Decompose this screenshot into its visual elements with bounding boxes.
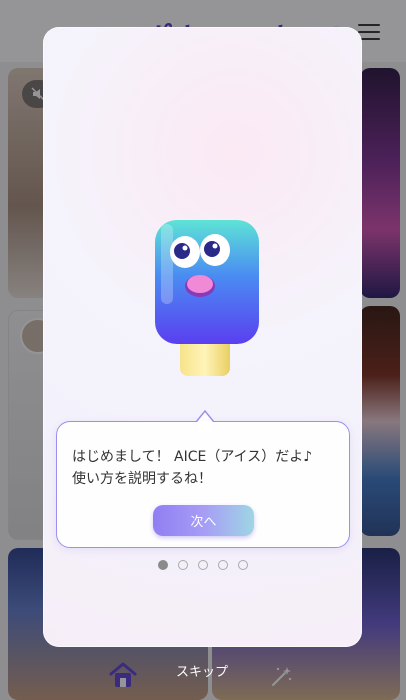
- skip-button[interactable]: スキップ: [176, 661, 228, 680]
- page-dot: [238, 560, 248, 570]
- tutorial-message-line2: 使い方を説明するね！: [72, 471, 212, 487]
- page-dot: [178, 560, 188, 570]
- pagination-dots: [158, 560, 248, 570]
- page-dot: [158, 560, 168, 570]
- page-dot: [198, 560, 208, 570]
- aice-mascot: [153, 218, 263, 382]
- page-dot: [218, 560, 228, 570]
- tutorial-message: はじめまして！ AICE（アイス）だよ♪ 使い方を説明するね！: [72, 446, 342, 490]
- tutorial-message-line1: はじめまして！ AICE（アイス）だよ♪: [72, 449, 313, 465]
- next-button[interactable]: 次へ: [153, 505, 254, 536]
- bubble-tail-cover: [197, 421, 213, 431]
